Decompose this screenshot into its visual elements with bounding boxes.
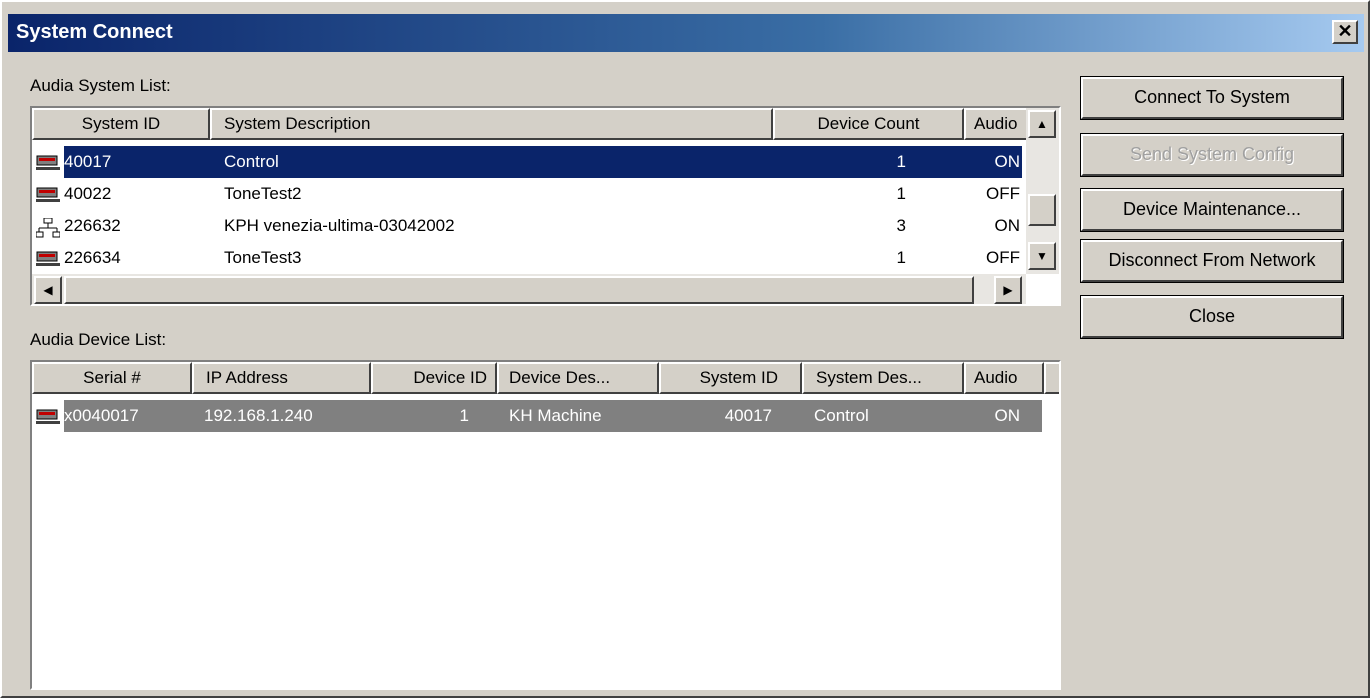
audio-cell: ON [994, 216, 1021, 235]
column-header-serial[interactable]: Serial # [32, 362, 192, 394]
audio-cell: OFF [986, 184, 1020, 203]
column-header-ip-address[interactable]: IP Address [192, 362, 371, 394]
column-header-audio[interactable]: Audio [964, 362, 1044, 394]
column-header-device-count[interactable]: Device Count [773, 108, 964, 140]
scroll-thumb[interactable] [1028, 194, 1056, 226]
close-button[interactable]: Close [1080, 295, 1344, 339]
system-row[interactable]: 226632 KPH venezia-ultima-03042002 3 ON [32, 210, 1022, 242]
device-count-cell: 1 [896, 184, 906, 203]
disconnect-from-network-button[interactable]: Disconnect From Network [1080, 239, 1344, 283]
scroll-up-button[interactable]: ▲ [1028, 110, 1056, 138]
device-count-cell: 1 [773, 146, 964, 178]
close-window-button[interactable]: ✕ [1332, 20, 1358, 44]
device-count-cell: 1 [896, 248, 906, 267]
system-id-cell: 40017 [64, 146, 210, 178]
system-row[interactable]: 226634 ToneTest3 1 OFF [32, 242, 1022, 274]
system-row[interactable]: 40022 ToneTest2 1 OFF [32, 178, 1022, 210]
scroll-thumb[interactable] [64, 276, 974, 304]
system-list-horizontal-scrollbar[interactable]: ◀ ▶ [32, 274, 1026, 304]
connect-to-system-button[interactable]: Connect To System [1080, 76, 1344, 120]
audio-cell: ON [964, 400, 1042, 432]
serial-cell: x0040017 [64, 400, 192, 432]
system-description-cell: Control [802, 400, 964, 432]
device-id-cell: 1 [371, 400, 497, 432]
scroll-left-button[interactable]: ◀ [34, 276, 62, 304]
column-header-system-description[interactable]: System Description [210, 108, 773, 140]
device-description-cell: KH Machine [497, 400, 659, 432]
system-id-cell: 226632 [64, 216, 121, 235]
column-header-system-id[interactable]: System ID [659, 362, 802, 394]
ip-address-cell: 192.168.1.240 [192, 400, 371, 432]
column-header-system-id[interactable]: System ID [32, 108, 210, 140]
device-icon [36, 154, 60, 172]
system-connect-window: System Connect ✕ Audia System List: Syst… [0, 0, 1370, 698]
window-title: System Connect [16, 21, 173, 43]
device-list[interactable]: Serial # IP Address Device ID Device Des… [30, 360, 1061, 690]
send-system-config-button[interactable]: Send System Config [1080, 133, 1344, 177]
scroll-right-button[interactable]: ▶ [994, 276, 1022, 304]
system-row[interactable]: 40017 Control 1 ON [32, 146, 1022, 178]
system-id-cell: 226634 [64, 248, 121, 267]
audio-cell: OFF [986, 248, 1020, 267]
column-header-system-description[interactable]: System Des... [802, 362, 964, 394]
device-row[interactable]: x0040017 192.168.1.240 1 KH Machine 4001… [32, 400, 1042, 432]
system-description-cell: ToneTest3 [224, 248, 302, 267]
title-bar[interactable]: System Connect ✕ [8, 14, 1364, 52]
system-list-label: Audia System List: [30, 76, 171, 95]
column-header-filler [1044, 362, 1059, 394]
device-maintenance-button[interactable]: Device Maintenance... [1080, 188, 1344, 232]
system-list-vertical-scrollbar[interactable]: ▲ ▼ [1026, 108, 1059, 274]
system-description-cell: KPH venezia-ultima-03042002 [224, 216, 455, 235]
scroll-down-button[interactable]: ▼ [1028, 242, 1056, 270]
system-id-cell: 40017 [659, 400, 802, 432]
column-header-device-id[interactable]: Device ID [371, 362, 497, 394]
device-icon [36, 408, 60, 426]
device-count-cell: 3 [896, 216, 906, 235]
audio-cell: ON [964, 146, 1022, 178]
network-icon [35, 217, 61, 238]
column-header-device-description[interactable]: Device Des... [497, 362, 659, 394]
system-description-cell: ToneTest2 [224, 184, 302, 203]
system-id-cell: 40022 [64, 184, 112, 203]
device-icon [36, 186, 60, 204]
device-icon [36, 250, 60, 268]
device-list-label: Audia Device List: [30, 330, 167, 349]
system-description-cell: Control [210, 146, 773, 178]
system-list[interactable]: System ID System Description Device Coun… [30, 106, 1061, 306]
